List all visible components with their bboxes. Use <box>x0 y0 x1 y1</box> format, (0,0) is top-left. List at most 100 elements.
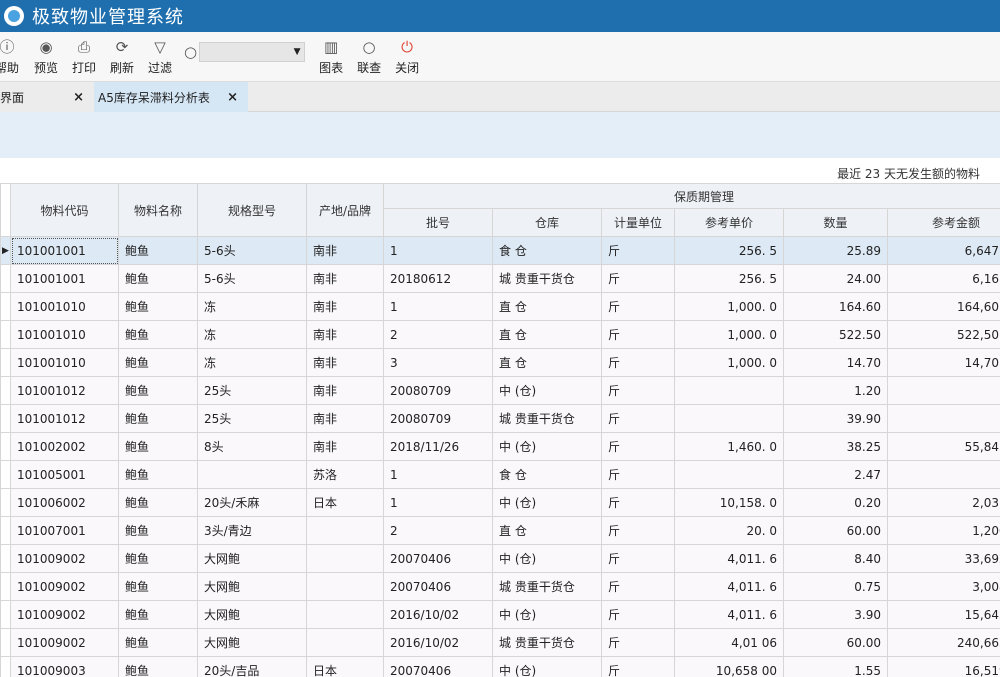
cell-unit[interactable]: 斤 <box>601 292 675 321</box>
cell-price[interactable] <box>674 404 784 433</box>
cell-name[interactable]: 鲍鱼 <box>118 656 198 677</box>
cell-batch[interactable]: 2016/10/02 <box>383 600 493 629</box>
cell-unit[interactable]: 斤 <box>601 572 675 601</box>
cell-name[interactable]: 鲍鱼 <box>118 544 198 573</box>
refresh-button[interactable]: ⟳ 刷新 <box>104 32 140 80</box>
cell-amount[interactable]: 1,200 0 <box>886 516 1000 545</box>
cell-qty[interactable]: 1.20 <box>783 376 888 405</box>
cell-code[interactable]: 101001001 <box>10 236 119 265</box>
cell-batch[interactable]: 2 <box>383 320 493 349</box>
cell-qty[interactable]: 0.75 <box>783 572 888 601</box>
cell-name[interactable]: 鲍鱼 <box>118 348 198 377</box>
cell-spec[interactable]: 大网鲍 <box>197 600 307 629</box>
cell-price[interactable]: 10,658 00 <box>674 656 784 677</box>
cell-origin[interactable]: 南非 <box>306 292 384 321</box>
header-name[interactable]: 物料名称 <box>118 183 198 237</box>
cell-amount[interactable]: 55,84 00 <box>886 432 1000 461</box>
row-indicator[interactable] <box>0 432 11 461</box>
cell-origin[interactable]: 日本 <box>306 656 384 677</box>
cell-warehouse[interactable]: 城 贵重干货仓 <box>492 264 602 293</box>
table-row[interactable]: ▶ 101001001 鲍鱼 5-6头 南非 1 食 仓斤 256. 5 25.89 6,647 … <box>0 236 1000 265</box>
table-row[interactable]: 101001012 鲍鱼 25头 南非 20080709 中 (仓) 斤 1.20 <box>0 376 1000 405</box>
cell-batch[interactable]: 20080709 <box>383 376 493 405</box>
cell-price[interactable] <box>674 460 784 489</box>
cell-amount[interactable]: 6,647 26 <box>886 236 1000 265</box>
row-indicator[interactable] <box>0 404 11 433</box>
cell-amount[interactable]: 6,16 00 <box>886 264 1000 293</box>
cell-origin[interactable] <box>306 600 384 629</box>
cell-code[interactable]: 101001010 <box>10 292 119 321</box>
cell-name[interactable]: 鲍鱼 <box>118 292 198 321</box>
cell-amount[interactable] <box>886 404 1000 433</box>
cell-warehouse[interactable]: 中 (仓) <box>492 544 602 573</box>
cell-origin[interactable]: 苏洛 <box>306 460 384 489</box>
cell-spec[interactable]: 5-6头 <box>197 236 307 265</box>
cell-amount[interactable]: 522,50 00 <box>886 320 1000 349</box>
cell-unit[interactable]: 斤 <box>601 320 675 349</box>
row-indicator[interactable] <box>0 516 11 545</box>
cell-batch[interactable]: 20180612 <box>383 264 493 293</box>
cell-code[interactable]: 101009002 <box>10 628 119 657</box>
table-row[interactable]: 101001010 鲍鱼冻南非 2 直 仓斤 1,000. 0 522.50 522,50 … <box>0 320 1000 349</box>
cell-price[interactable]: 1,460. 0 <box>674 432 784 461</box>
cell-spec[interactable]: 20头/禾麻 <box>197 488 307 517</box>
row-indicator[interactable] <box>0 320 11 349</box>
cell-origin[interactable]: 日本 <box>306 488 384 517</box>
table-row[interactable]: 101001010 鲍鱼冻南非 1 直 仓斤 1,000. 0 164.60 164,60 … <box>0 292 1000 321</box>
search-input[interactable] <box>200 43 291 61</box>
cell-qty[interactable]: 14.70 <box>783 348 888 377</box>
cell-unit[interactable]: 斤 <box>601 376 675 405</box>
cell-warehouse[interactable]: 直 仓 <box>492 320 602 349</box>
cell-unit[interactable]: 斤 <box>601 656 675 677</box>
search-icon[interactable]: ○ <box>184 43 197 61</box>
cell-warehouse[interactable]: 中 (仓) <box>492 376 602 405</box>
row-indicator[interactable] <box>0 376 11 405</box>
row-indicator[interactable] <box>0 348 11 377</box>
cell-name[interactable]: 鲍鱼 <box>118 488 198 517</box>
cell-name[interactable]: 鲍鱼 <box>118 460 198 489</box>
cell-origin[interactable] <box>306 572 384 601</box>
header-spec[interactable]: 规格型号 <box>197 183 307 237</box>
cell-warehouse[interactable]: 食 仓 <box>492 236 602 265</box>
cell-unit[interactable]: 斤 <box>601 628 675 657</box>
row-indicator[interactable] <box>0 544 11 573</box>
cell-code[interactable]: 101009002 <box>10 572 119 601</box>
cell-price[interactable] <box>674 376 784 405</box>
preview-button[interactable]: ◉ 预览 <box>28 32 64 80</box>
cell-code[interactable]: 101001012 <box>10 376 119 405</box>
cell-qty[interactable]: 522.50 <box>783 320 888 349</box>
cell-origin[interactable]: 南非 <box>306 264 384 293</box>
cell-qty[interactable]: 8.40 <box>783 544 888 573</box>
cell-origin[interactable] <box>306 628 384 657</box>
close-icon[interactable]: × <box>227 90 238 105</box>
cell-spec[interactable]: 大网鲍 <box>197 628 307 657</box>
cell-origin[interactable]: 南非 <box>306 404 384 433</box>
cell-unit[interactable]: 斤 <box>601 488 675 517</box>
cell-price[interactable]: 10,158. 0 <box>674 488 784 517</box>
header-amount[interactable]: 参考金额 <box>886 208 1000 237</box>
cell-warehouse[interactable]: 城 贵重干货仓 <box>492 572 602 601</box>
cell-spec[interactable]: 8头 <box>197 432 307 461</box>
table-row[interactable]: 101002002 鲍鱼 8头 南非 2018/11/26 中 (仓) 斤 1,460. 03… <box>0 432 1000 461</box>
table-row[interactable]: 101009002 鲍鱼 大网鲍 20070406 城 贵重干货仓斤 4,011. 6 0.… <box>0 572 1000 601</box>
row-indicator[interactable] <box>0 572 11 601</box>
cell-price[interactable]: 1,000. 0 <box>674 320 784 349</box>
cell-unit[interactable]: 斤 <box>601 348 675 377</box>
cell-code[interactable]: 101009003 <box>10 656 119 677</box>
cell-code[interactable]: 101009002 <box>10 544 119 573</box>
row-indicator[interactable] <box>0 264 11 293</box>
cell-batch[interactable]: 20070406 <box>383 656 493 677</box>
cell-amount[interactable]: 3,008 0 <box>886 572 1000 601</box>
cell-code[interactable]: 101005001 <box>10 460 119 489</box>
cell-spec[interactable]: 25头 <box>197 404 307 433</box>
cell-origin[interactable]: 南非 <box>306 236 384 265</box>
cell-code[interactable]: 101001010 <box>10 348 119 377</box>
cell-warehouse[interactable]: 直 仓 <box>492 348 602 377</box>
tab-main[interactable]: 主界面 × <box>0 82 94 112</box>
cell-batch[interactable]: 3 <box>383 348 493 377</box>
cell-price[interactable]: 4,011. 6 <box>674 600 784 629</box>
cell-name[interactable]: 鲍鱼 <box>118 600 198 629</box>
cell-unit[interactable]: 斤 <box>601 404 675 433</box>
cell-price[interactable]: 4,011. 6 <box>674 572 784 601</box>
header-code[interactable]: 物料代码 <box>10 183 119 237</box>
